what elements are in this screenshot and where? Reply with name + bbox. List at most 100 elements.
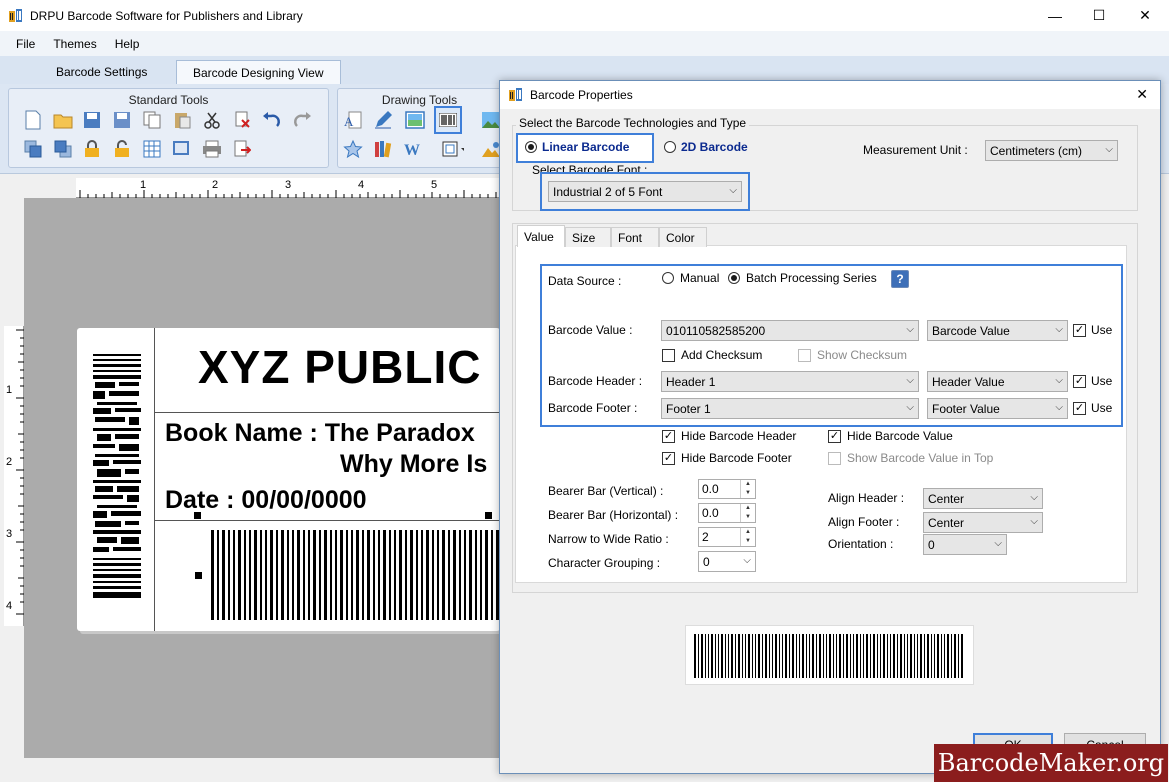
ruler-h-4: 4 (358, 179, 365, 191)
barcode-tool-icon[interactable] (434, 106, 462, 134)
send-back-icon[interactable] (22, 138, 44, 160)
bring-front-icon[interactable] (52, 138, 74, 160)
add-checksum-option[interactable]: Add Checksum (662, 348, 762, 362)
save-as-icon[interactable] (111, 109, 133, 131)
barcode-value-use-checkbox[interactable]: ✓ (1073, 323, 1086, 337)
tab-size[interactable]: Size (565, 227, 611, 247)
footer-source-select[interactable]: Footer Value ⌵ (927, 398, 1068, 419)
character-grouping-select[interactable]: 0 ⌵ (698, 551, 756, 572)
manual-radio[interactable] (662, 272, 674, 284)
pencil-tool-icon[interactable] (372, 109, 394, 131)
ratio-value: 2 (702, 530, 709, 544)
hide-header-option[interactable]: ✓ Hide Barcode Header (662, 429, 796, 443)
image-tool-icon[interactable] (404, 109, 426, 131)
selection-handle[interactable] (195, 572, 202, 579)
orientation-select[interactable]: 0 ⌵ (923, 534, 1007, 555)
show-value-top-checkbox[interactable] (828, 451, 841, 465)
maximize-button[interactable]: ☐ (1076, 0, 1122, 31)
show-checksum-checkbox[interactable] (798, 348, 811, 362)
use-label: Use (1091, 401, 1113, 415)
hide-header-checkbox[interactable]: ✓ (662, 429, 675, 443)
label-book-name-line1[interactable]: Book Name : The Paradox (165, 419, 475, 448)
align-footer-select[interactable]: Center ⌵ (923, 512, 1043, 533)
library-tool-icon[interactable] (372, 138, 394, 160)
label-company-text[interactable]: XYZ PUBLIC (198, 340, 481, 394)
help-icon[interactable]: ? (891, 270, 909, 288)
barcode-font-select[interactable]: Industrial 2 of 5 Font ⌵ (548, 181, 742, 202)
add-checksum-checkbox[interactable] (662, 348, 675, 362)
barcode-value-source-select[interactable]: Barcode Value ⌵ (927, 320, 1068, 341)
linear-barcode-option[interactable]: Linear Barcode (525, 140, 629, 154)
vertical-barcode-image[interactable] (93, 354, 143, 599)
close-button[interactable]: ✕ (1122, 0, 1168, 31)
lock-icon[interactable] (81, 138, 103, 160)
bearer-horizontal-input[interactable]: 0.0 ▲ ▼ (698, 503, 756, 523)
dialog-close-button[interactable]: ✕ (1136, 86, 1148, 103)
horizontal-barcode-image[interactable] (211, 530, 501, 622)
tab-font[interactable]: Font (611, 227, 659, 247)
open-icon[interactable] (52, 109, 74, 131)
grid-icon[interactable] (141, 138, 163, 160)
menu-help[interactable]: Help (115, 37, 140, 51)
print-icon[interactable] (201, 138, 223, 160)
2d-barcode-option[interactable]: 2D Barcode (664, 140, 748, 154)
header-use-checkbox[interactable]: ✓ (1073, 374, 1086, 388)
tab-barcode-designing-view[interactable]: Barcode Designing View (176, 60, 341, 84)
drawing-tools-group: Drawing Tools A W (337, 88, 502, 168)
export-icon[interactable] (231, 138, 253, 160)
align-header-select[interactable]: Center ⌵ (923, 488, 1043, 509)
label-book-name-line2[interactable]: Why More Is (340, 450, 487, 479)
chevron-down-icon: ⌵ (1030, 516, 1038, 527)
spin-arrows-icon[interactable]: ▲ ▼ (740, 528, 755, 546)
watermark-logo: BarcodeMaker.org (934, 744, 1168, 782)
bearer-vertical-input[interactable]: 0.0 ▲ ▼ (698, 479, 756, 499)
show-value-top-option[interactable]: Show Barcode Value in Top (828, 451, 993, 465)
undo-icon[interactable] (261, 109, 283, 131)
tab-value[interactable]: Value (517, 225, 565, 247)
print-preview-icon[interactable] (171, 138, 193, 160)
new-icon[interactable] (22, 109, 44, 131)
header-source-select[interactable]: Header Value ⌵ (927, 371, 1068, 392)
tab-barcode-settings[interactable]: Barcode Settings (40, 60, 163, 84)
copy-icon[interactable] (141, 109, 163, 131)
2d-barcode-radio[interactable] (664, 141, 676, 153)
shape-tool-icon[interactable] (342, 138, 364, 160)
hide-footer-checkbox[interactable]: ✓ (662, 451, 675, 465)
barcode-value-select[interactable]: 010110582585200 ⌵ (661, 320, 919, 341)
batch-processing-radio[interactable] (728, 272, 740, 284)
footer-use-option[interactable]: ✓ Use (1073, 401, 1112, 415)
menu-file[interactable]: File (16, 37, 35, 51)
measurement-unit-select[interactable]: Centimeters (cm) ⌵ (985, 140, 1118, 161)
show-checksum-option[interactable]: Show Checksum (798, 348, 907, 362)
delete-icon[interactable] (231, 109, 253, 131)
save-icon[interactable] (81, 109, 103, 131)
tab-color[interactable]: Color (659, 227, 707, 247)
linear-barcode-radio[interactable] (525, 141, 537, 153)
spin-arrows-icon[interactable]: ▲ ▼ (740, 504, 755, 522)
label-date-text[interactable]: Date : 00/00/0000 (165, 486, 367, 515)
selection-handle[interactable] (194, 512, 201, 519)
hide-footer-option[interactable]: ✓ Hide Barcode Footer (662, 451, 792, 465)
ratio-input[interactable]: 2 ▲ ▼ (698, 527, 756, 547)
hide-value-option[interactable]: ✓ Hide Barcode Value (828, 429, 953, 443)
shape-dropdown-icon[interactable] (442, 138, 464, 160)
header-use-option[interactable]: ✓ Use (1073, 374, 1112, 388)
selection-handle[interactable] (485, 512, 492, 519)
unlock-icon[interactable] (111, 138, 133, 160)
watermark-tool-icon[interactable]: W (404, 138, 426, 160)
cut-icon[interactable] (201, 109, 223, 131)
batch-processing-option[interactable]: Batch Processing Series (728, 271, 877, 285)
barcode-value-use-option[interactable]: ✓ Use (1073, 323, 1112, 337)
minimize-button[interactable]: — (1032, 0, 1078, 31)
footer-use-checkbox[interactable]: ✓ (1073, 401, 1086, 415)
menu-themes[interactable]: Themes (53, 37, 96, 51)
paste-icon[interactable] (171, 109, 193, 131)
hide-value-checkbox[interactable]: ✓ (828, 429, 841, 443)
barcode-footer-select[interactable]: Footer 1 ⌵ (661, 398, 919, 419)
manual-option[interactable]: Manual (662, 271, 719, 285)
spin-arrows-icon[interactable]: ▲ ▼ (740, 480, 755, 498)
redo-icon[interactable] (291, 109, 313, 131)
barcode-header-select[interactable]: Header 1 ⌵ (661, 371, 919, 392)
barcode-label-preview[interactable]: XYZ PUBLIC Book Name : The Paradox Why M… (77, 328, 500, 631)
text-tool-icon[interactable]: A (342, 109, 364, 131)
